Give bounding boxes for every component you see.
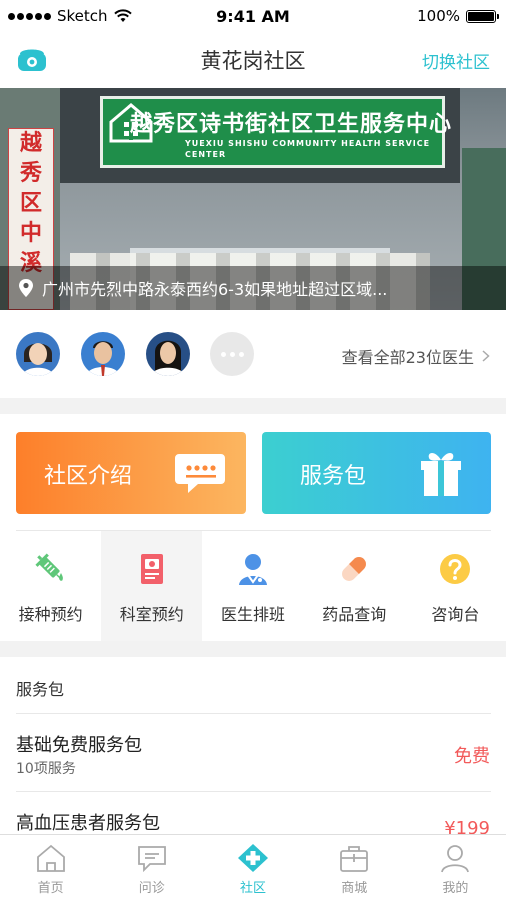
message-icon	[175, 454, 225, 493]
section-gap	[0, 641, 506, 657]
notebook-icon	[140, 554, 163, 584]
address-bar[interactable]: 广州市先烈中路永泰西约6-3如果地址超过区域...	[0, 266, 506, 310]
gift-icon	[421, 453, 461, 496]
phone-icon[interactable]	[16, 44, 48, 76]
address-text: 广州市先烈中路永泰西约6-3如果地址超过区域...	[42, 280, 388, 299]
community-intro-card[interactable]: 社区介绍	[16, 432, 246, 514]
community-intro-label: 社区介绍	[44, 464, 133, 489]
service-package-label: 服务包	[300, 464, 367, 489]
doctor-avatar[interactable]	[81, 332, 125, 376]
tab-consult[interactable]: 问诊	[101, 835, 202, 900]
shop-icon	[340, 846, 369, 872]
menu-department-booking[interactable]: 科室预约	[101, 531, 203, 641]
divider	[16, 713, 491, 714]
community-icon	[238, 844, 268, 872]
see-all-doctors-link[interactable]: 查看全部23位医生	[342, 344, 490, 368]
tab-bar: 首页 问诊 社区 商城 我的	[0, 834, 506, 900]
syringe-icon	[35, 553, 63, 581]
community-page: Sketch 9:41 AM 100% 黄花岗社区 切换社区 越秀区诗书街社区卫…	[0, 0, 506, 900]
banner-side-char: 越	[19, 131, 42, 156]
banner-side-char: 中	[19, 221, 42, 246]
banner-sign-text: 越秀区诗书街社区卫生服务中心	[130, 112, 453, 137]
home-icon	[36, 844, 65, 872]
battery-icon	[466, 9, 499, 23]
community-banner[interactable]: 越秀区诗书街社区卫生服务中心 YUEXIU SHISHU COMMUNITY H…	[0, 88, 506, 310]
more-doctors-icon[interactable]	[210, 332, 254, 376]
service-name: 基础免费服务包	[16, 735, 142, 756]
service-count: 10项服务	[16, 761, 76, 777]
profile-icon	[441, 845, 470, 873]
doctors-row: 查看全部23位医生	[0, 310, 506, 398]
section-gap	[0, 398, 506, 414]
doctor-avatar[interactable]	[16, 332, 60, 376]
menu-label: 接种预约	[18, 605, 83, 624]
tab-label: 商城	[341, 881, 368, 896]
nav-bar: 黄花岗社区 切换社区	[0, 32, 506, 88]
menu-label: 咨询台	[431, 605, 480, 624]
status-right: 100%	[417, 7, 499, 25]
banner-sign-english: YUEXIU SHISHU COMMUNITY HEALTH SERVICE C…	[185, 139, 431, 159]
menu-help-desk[interactable]: 咨询台	[405, 531, 506, 641]
menu-label: 药品查询	[322, 605, 387, 624]
doctor-icon	[239, 554, 267, 585]
tab-community[interactable]: 社区	[202, 835, 303, 900]
feature-menu: 接种预约 科室预约 医生排班 药品查询 咨询台	[0, 531, 506, 641]
menu-drug-search[interactable]: 药品查询	[304, 531, 405, 641]
battery-percent: 100%	[417, 7, 460, 25]
chat-icon	[137, 846, 166, 873]
tab-label: 首页	[37, 881, 64, 896]
doctor-avatar[interactable]	[146, 332, 190, 376]
service-name: 高血压患者服务包	[16, 813, 160, 834]
banner-side-char: 秀	[19, 161, 42, 186]
status-bar: Sketch 9:41 AM 100%	[0, 0, 506, 32]
switch-community-button[interactable]: 切换社区	[422, 48, 490, 73]
menu-doctor-schedule[interactable]: 医生排班	[202, 531, 303, 641]
service-price: 免费	[454, 746, 490, 767]
tab-home[interactable]: 首页	[0, 835, 101, 900]
service-package-card[interactable]: 服务包	[262, 432, 491, 514]
see-all-label: 查看全部23位医生	[341, 348, 474, 367]
tab-label: 我的	[442, 881, 469, 896]
tab-shop[interactable]: 商城	[304, 835, 405, 900]
pill-icon	[342, 557, 367, 581]
menu-label: 医生排班	[221, 605, 286, 624]
tab-label: 问诊	[138, 881, 165, 896]
page-title: 黄花岗社区	[200, 49, 306, 73]
location-pin-icon	[19, 279, 33, 297]
question-icon	[440, 554, 471, 584]
banner-side-char: 区	[19, 191, 42, 216]
divider	[16, 791, 491, 792]
menu-label: 科室预约	[119, 605, 184, 624]
section-title: 服务包	[16, 680, 65, 699]
tab-label: 社区	[240, 881, 267, 896]
menu-vaccination[interactable]: 接种预约	[0, 531, 101, 641]
chevron-right-icon	[482, 350, 490, 362]
tab-profile[interactable]: 我的	[405, 835, 506, 900]
